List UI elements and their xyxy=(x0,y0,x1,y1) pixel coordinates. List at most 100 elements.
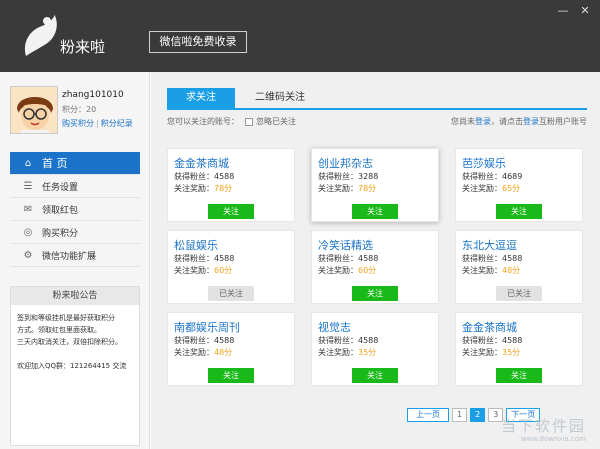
follow-button[interactable]: 关注 xyxy=(352,286,398,301)
fans-count: 获得粉丝：3288 xyxy=(318,172,379,181)
buy-points-link[interactable]: 购买积分 xyxy=(62,119,94,128)
sidebar-item-label: 微信功能扩展 xyxy=(42,251,97,262)
follow-reward: 关注奖励：48分 xyxy=(174,347,294,359)
close-icon[interactable]: ✕ xyxy=(578,4,592,18)
fans-count: 获得粉丝：4588 xyxy=(462,254,523,263)
fans-count: 获得粉丝：4588 xyxy=(174,254,235,263)
account-name[interactable]: 金金茶商城 xyxy=(462,319,582,335)
reward-label: 关注奖励： xyxy=(462,266,502,275)
announcement-line: 方式。领取红包里面获取。 xyxy=(17,326,101,334)
announcement-body: 签到和等级挂机是最好获取积分 方式。领取红包里面获取。 三天内取消关注，双倍扣除… xyxy=(11,305,139,355)
fans-count: 获得粉丝：4588 xyxy=(318,336,379,345)
announcement-title: 粉来啦公告 xyxy=(11,287,139,305)
reward-label: 关注奖励： xyxy=(318,266,358,275)
filter-left: 您可以关注的账号： 忽略已关注 xyxy=(167,116,296,127)
account-card: 东北大逗逗 获得粉丝：4588 关注奖励：48分 已关注 xyxy=(455,230,583,304)
login-hint-prefix: 您尚未 xyxy=(451,117,475,126)
tab-bar: 求关注 二维码关注 xyxy=(167,88,587,110)
account-name[interactable]: 金金茶商城 xyxy=(174,155,294,171)
login-link[interactable]: 登录 xyxy=(523,117,539,126)
watermark-text: 当下软件园 xyxy=(500,417,586,435)
follow-reward: 关注奖励：78分 xyxy=(318,183,438,195)
sidebar-item-home[interactable]: ⌂ 首 页 xyxy=(10,152,140,175)
account-name[interactable]: 东北大逗逗 xyxy=(462,237,582,253)
sidebar-item-label: 领取红包 xyxy=(42,205,79,216)
page-2-button[interactable]: 2 xyxy=(470,408,486,422)
ignore-followed-checkbox[interactable] xyxy=(245,117,253,126)
login-hint-suffix: 互粉用户账号 xyxy=(539,117,587,126)
link-separator: | xyxy=(96,119,99,128)
points-record-link[interactable]: 积分纪录 xyxy=(101,119,133,128)
follow-reward: 关注奖励：35分 xyxy=(462,347,582,359)
gift-icon: ✉ xyxy=(23,203,33,215)
avatar-icon xyxy=(11,87,57,133)
account-card: 芭莎娱乐 获得粉丝：4689 关注奖励：65分 关注 xyxy=(455,148,583,222)
points-balance: 积分：20 xyxy=(62,105,97,114)
account-name[interactable]: 芭莎娱乐 xyxy=(462,155,582,171)
follow-button[interactable]: 关注 xyxy=(208,204,254,219)
account-card: 视觉志 获得粉丝：4588 关注奖励：35分 关注 xyxy=(311,312,439,386)
fans-count: 获得粉丝：4588 xyxy=(174,172,235,181)
follow-reward: 关注奖励：35分 xyxy=(318,347,438,359)
window-controls: — ✕ xyxy=(556,4,592,18)
tab-request-follow[interactable]: 求关注 xyxy=(167,88,235,108)
follow-reward: 关注奖励：65分 xyxy=(462,183,582,195)
announcement-line: 三天内取消关注，双倍扣除积分。 xyxy=(17,338,122,346)
reward-value: 60分 xyxy=(358,266,377,275)
followed-button[interactable]: 已关注 xyxy=(496,286,542,301)
reward-value: 48分 xyxy=(214,348,233,357)
reward-value: 35分 xyxy=(502,348,521,357)
logo-icon xyxy=(24,14,57,56)
house-icon: ⌂ xyxy=(24,157,32,169)
reward-value: 65分 xyxy=(502,184,521,193)
ignore-followed-label: 忽略已关注 xyxy=(256,117,296,126)
sidebar-item-red-packet[interactable]: ✉ 领取红包 xyxy=(10,198,140,221)
filter-bar: 您可以关注的账号： 忽略已关注 您尚未登录，请点击登录互粉用户账号 xyxy=(167,116,587,130)
minimize-icon[interactable]: — xyxy=(556,4,570,18)
login-hint: 您尚未登录，请点击登录互粉用户账号 xyxy=(451,116,587,127)
title-bar: 粉来啦 微信啦免费收录 — ✕ xyxy=(0,0,600,72)
followed-button[interactable]: 已关注 xyxy=(208,286,254,301)
reward-label: 关注奖励： xyxy=(174,266,214,275)
reward-value: 78分 xyxy=(358,184,377,193)
account-name[interactable]: 视觉志 xyxy=(318,319,438,335)
sidebar-item-label: 任务设置 xyxy=(42,182,79,193)
account-name[interactable]: 南都娱乐周刊 xyxy=(174,319,294,335)
sidebar-item-wechat-extensions[interactable]: ⚙ 微信功能扩展 xyxy=(10,244,140,267)
followable-accounts-label: 您可以关注的账号： xyxy=(167,117,239,126)
follow-button[interactable]: 关注 xyxy=(496,368,542,383)
gear-icon: ⚙ xyxy=(23,249,33,261)
fans-count: 获得粉丝：4588 xyxy=(318,254,379,263)
follow-button[interactable]: 关注 xyxy=(352,204,398,219)
reward-label: 关注奖励： xyxy=(318,348,358,357)
reward-label: 关注奖励： xyxy=(462,184,502,193)
account-name[interactable]: 冷笑话精选 xyxy=(318,237,438,253)
watermark-url: www.downxia.com xyxy=(520,435,586,443)
announcement-line: 签到和等级挂机是最好获取积分 xyxy=(17,314,115,322)
fans-count: 获得粉丝：4588 xyxy=(174,336,235,345)
login-link[interactable]: 登录 xyxy=(475,117,491,126)
account-name[interactable]: 松鼠娱乐 xyxy=(174,237,294,253)
reward-label: 关注奖励： xyxy=(174,184,214,193)
sidebar-item-task-settings[interactable]: ☰ 任务设置 xyxy=(10,175,140,198)
fans-count: 获得粉丝：4588 xyxy=(462,336,523,345)
follow-reward: 关注奖励：78分 xyxy=(174,183,294,195)
watermark: 当下软件园 www.downxia.com xyxy=(492,407,592,447)
reward-label: 关注奖励： xyxy=(318,184,358,193)
prev-page-button[interactable]: 上一页 xyxy=(407,408,449,422)
sidebar-item-buy-points[interactable]: ◎ 购买积分 xyxy=(10,221,140,244)
follow-button[interactable]: 关注 xyxy=(208,368,254,383)
tab-qrcode-follow[interactable]: 二维码关注 xyxy=(241,88,319,108)
page-1-button[interactable]: 1 xyxy=(452,408,468,422)
qq-group-text: 欢迎加入QQ群：121264415 交流 xyxy=(17,362,127,370)
follow-button[interactable]: 关注 xyxy=(496,204,542,219)
login-hint-mid: ，请点击 xyxy=(491,117,523,126)
avatar[interactable] xyxy=(10,86,58,134)
username: zhang101010 xyxy=(62,90,124,100)
account-card: 金金茶商城 获得粉丝：4588 关注奖励：78分 关注 xyxy=(167,148,295,222)
follow-button[interactable]: 关注 xyxy=(352,368,398,383)
user-profile: zhang101010 积分：20 购买积分 | 积分纪录 xyxy=(10,86,145,142)
account-card: 松鼠娱乐 获得粉丝：4588 关注奖励：60分 已关注 xyxy=(167,230,295,304)
account-name[interactable]: 创业邦杂志 xyxy=(318,155,438,171)
reward-value: 35分 xyxy=(358,348,377,357)
